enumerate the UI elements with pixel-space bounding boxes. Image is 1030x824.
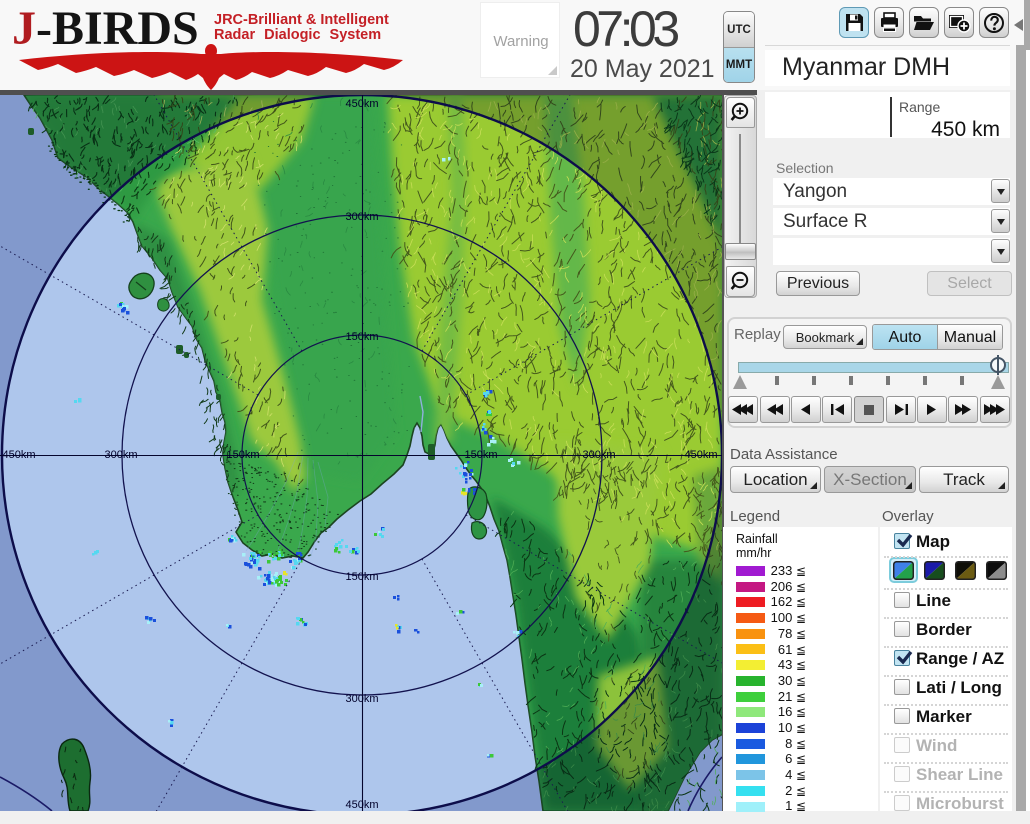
svg-text:Radar Dialogic System: Radar Dialogic System (214, 27, 381, 43)
svg-text:150km: 150km (226, 449, 259, 461)
svg-text:150km: 150km (464, 449, 497, 461)
svg-text:300km: 300km (345, 693, 378, 705)
svg-text:300km: 300km (104, 449, 137, 461)
svg-text:JRC-Brilliant & Intelligent: JRC-Brilliant & Intelligent (214, 12, 389, 28)
svg-text:300km: 300km (345, 211, 378, 223)
svg-text:450km: 450km (2, 449, 35, 461)
svg-text:450km: 450km (684, 449, 717, 461)
svg-text:J-BIRDS: J-BIRDS (12, 4, 199, 55)
svg-text:150km: 150km (345, 571, 378, 583)
svg-text:450km: 450km (345, 799, 378, 811)
svg-text:150km: 150km (345, 331, 378, 343)
svg-text:300km: 300km (582, 449, 615, 461)
svg-text:450km: 450km (345, 98, 378, 110)
